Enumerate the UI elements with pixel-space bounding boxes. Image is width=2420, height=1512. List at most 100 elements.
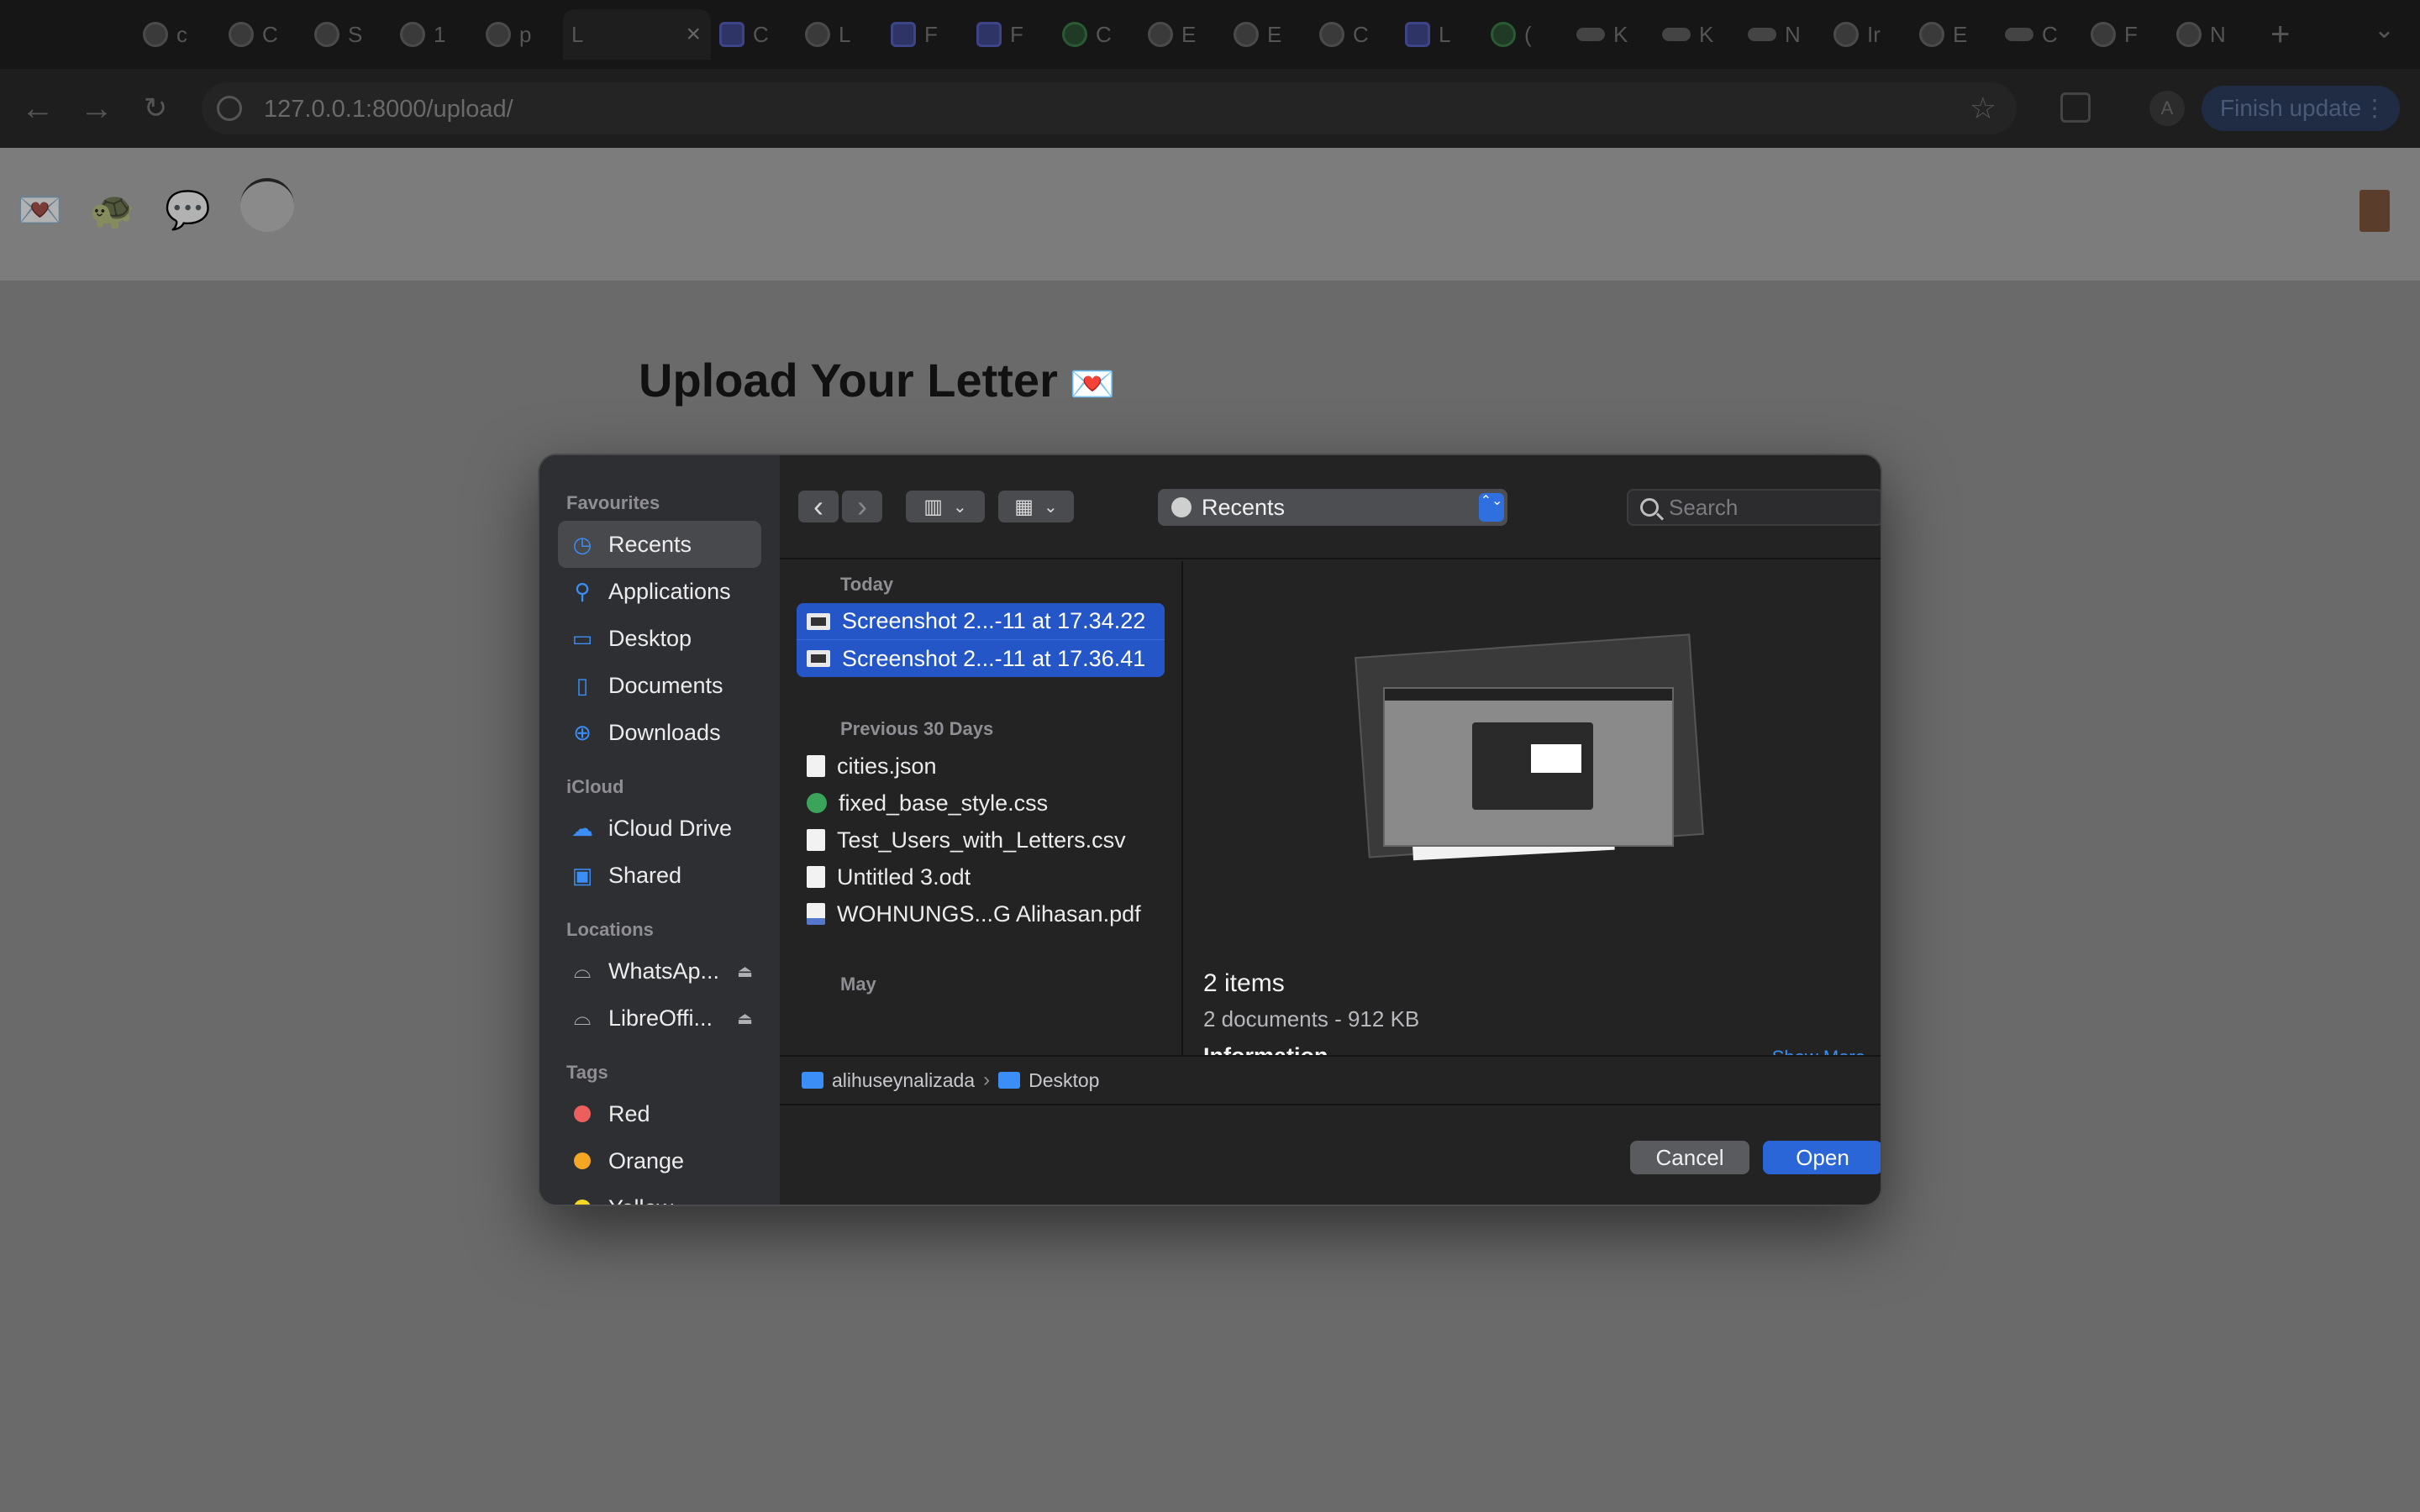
profile-avatar[interactable]: A: [2149, 91, 2185, 126]
bookmark-star-icon[interactable]: ☆: [1970, 91, 1996, 126]
dialog-toolbar: ‹ › ▥ ⌄ ▦ ⌄ Recents ⌃⌄: [780, 455, 1881, 559]
cancel-button[interactable]: Cancel: [1630, 1141, 1749, 1174]
open-button[interactable]: Open: [1763, 1141, 1881, 1174]
browser-tab[interactable]: L: [797, 9, 882, 60]
sidebar-item-desktop[interactable]: ▭ Desktop: [558, 615, 761, 662]
group-header: May: [840, 974, 876, 995]
tag-yellow[interactable]: Yellow: [558, 1184, 761, 1205]
file-row[interactable]: fixed_base_style.css: [797, 785, 1165, 822]
clock-icon: ◷: [572, 531, 592, 557]
tab-title: F: [924, 21, 938, 47]
new-tab-button[interactable]: +: [2270, 16, 2290, 54]
address-bar[interactable]: 127.0.0.1:8000/upload/ ☆: [202, 82, 2017, 134]
chat-icon[interactable]: 💬: [165, 188, 211, 232]
view-mode-button[interactable]: ▥ ⌄: [906, 491, 985, 522]
browser-tab[interactable]: K: [1568, 9, 1654, 60]
browser-forward-button[interactable]: →: [76, 87, 118, 129]
browser-tab[interactable]: E: [1911, 9, 1996, 60]
site-info-icon[interactable]: [217, 96, 242, 121]
file-row[interactable]: Screenshot 2...-11 at 17.34.22: [797, 603, 1165, 640]
browser-tab[interactable]: N: [1739, 9, 1825, 60]
user-avatar[interactable]: [240, 178, 294, 232]
sidebar-item-downloads[interactable]: ⊕ Downloads: [558, 709, 761, 756]
tab-title: C: [1096, 21, 1112, 47]
file-list[interactable]: Today Screenshot 2...-11 at 17.34.22 Scree…: [780, 561, 1183, 1055]
browser-tab[interactable]: C: [711, 9, 797, 60]
location-popup[interactable]: Recents ⌃⌄: [1158, 489, 1507, 526]
tab-title: 1: [434, 21, 446, 47]
home-folder-icon: [802, 1072, 823, 1089]
group-header: Today: [840, 574, 894, 595]
path-segment-home[interactable]: alihuseynalizada: [832, 1069, 975, 1092]
browser-tab[interactable]: C: [1311, 9, 1397, 60]
favourites-section-label: Favourites: [566, 492, 660, 513]
settings-icon: [229, 22, 254, 47]
browser-tab[interactable]: E: [1225, 9, 1311, 60]
tag-red[interactable]: Red: [558, 1090, 761, 1137]
browser-tab[interactable]: N: [2168, 9, 2254, 60]
path-bar: alihuseynalizada › Desktop: [780, 1055, 1881, 1105]
group-header: Previous 30 Days: [840, 718, 994, 739]
globe-icon: [1234, 22, 1259, 47]
eject-icon[interactable]: ⏏: [737, 961, 753, 982]
sidebar-item-libreoffi[interactable]: ⌓ LibreOffi... ⏏: [558, 995, 761, 1042]
logout-door-icon[interactable]: [2360, 190, 2390, 232]
sidebar-item-documents[interactable]: ▯ Documents: [558, 662, 761, 709]
sidebar-item-whatsap[interactable]: ⌓ WhatsAp... ⏏: [558, 948, 761, 995]
url-text[interactable]: 127.0.0.1:8000/upload/: [264, 96, 513, 123]
browser-tab[interactable]: L ×: [563, 9, 711, 60]
browser-tab[interactable]: (: [1482, 9, 1568, 60]
document-icon: ▯: [576, 672, 589, 698]
forward-button[interactable]: ›: [842, 489, 882, 523]
browser-tab[interactable]: C: [1996, 9, 2082, 60]
sidebar-item-icloud-drive[interactable]: ☁ iCloud Drive: [558, 805, 761, 852]
search-icon: [1640, 498, 1659, 517]
browser-menu-icon[interactable]: ⋮: [2363, 86, 2386, 131]
browser-tab[interactable]: c: [134, 9, 220, 60]
eject-icon[interactable]: ⏏: [737, 1008, 753, 1029]
browser-tab[interactable]: Ir: [1825, 9, 1911, 60]
tag-orange[interactable]: Orange: [558, 1137, 761, 1184]
back-button[interactable]: ‹: [798, 489, 839, 523]
browser-back-button[interactable]: ←: [17, 87, 59, 129]
file-row[interactable]: Untitled 3.odt: [797, 858, 1165, 895]
browser-tab[interactable]: K: [1654, 9, 1739, 60]
sidebar-item-label: Documents: [608, 672, 723, 698]
file-row[interactable]: Test_Users_with_Letters.csv: [797, 822, 1165, 858]
pill-icon: [1662, 28, 1691, 41]
browser-tab[interactable]: p: [477, 9, 563, 60]
extensions-icon[interactable]: [2060, 92, 2091, 123]
group-button[interactable]: ▦ ⌄: [998, 491, 1074, 522]
file-row[interactable]: Screenshot 2...-11 at 17.36.41: [797, 640, 1165, 677]
browser-tab[interactable]: L: [1397, 9, 1482, 60]
translate-icon: [719, 22, 744, 47]
location-label: Recents: [1202, 494, 1286, 520]
browser-tab[interactable]: S: [306, 9, 392, 60]
close-tab-icon[interactable]: ×: [686, 20, 701, 49]
search-field[interactable]: [1627, 489, 1881, 526]
letters-icon[interactable]: 💌: [17, 188, 63, 232]
search-input[interactable]: [1669, 494, 1870, 521]
path-segment-desktop[interactable]: Desktop: [1028, 1069, 1099, 1092]
sidebar-item-applications[interactable]: ⚲ Applications: [558, 568, 761, 615]
browser-tab[interactable]: F: [968, 9, 1054, 60]
file-row[interactable]: cities.json: [797, 748, 1165, 785]
tag-label: Yellow: [608, 1195, 673, 1205]
turtle-icon[interactable]: 🐢: [89, 188, 135, 232]
file-row[interactable]: WOHNUNGS...G Alihasan.pdf: [797, 895, 1165, 932]
browser-tab[interactable]: 1: [392, 9, 477, 60]
browser-tab[interactable]: C: [1054, 9, 1139, 60]
tag-label: Red: [608, 1100, 650, 1126]
sidebar-item-recents[interactable]: ◷ Recents: [558, 521, 761, 568]
tab-search-button[interactable]: ⌄: [2374, 15, 2395, 45]
sidebar-item-label: LibreOffi...: [608, 1005, 713, 1031]
app-icon: [1405, 22, 1430, 47]
browser-tab[interactable]: C: [220, 9, 306, 60]
finish-update-button[interactable]: Finish update ⋮: [2202, 86, 2400, 131]
sidebar-item-shared[interactable]: ▣ Shared: [558, 852, 761, 899]
browser-tab[interactable]: F: [882, 9, 968, 60]
show-more-link[interactable]: Show More: [1772, 1047, 1865, 1055]
browser-reload-button[interactable]: ↻: [134, 87, 176, 129]
browser-tab[interactable]: F: [2082, 9, 2168, 60]
browser-tab[interactable]: E: [1139, 9, 1225, 60]
